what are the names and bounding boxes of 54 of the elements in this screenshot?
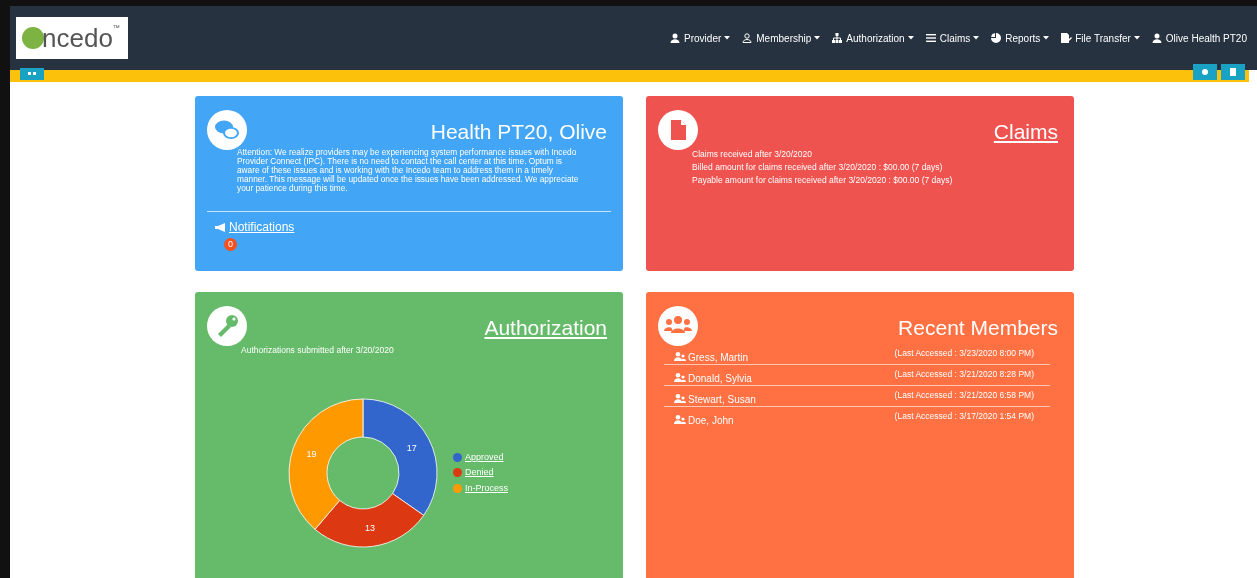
last-accessed-text: (Last Accessed : 3/17/2020 1:54 PM) <box>894 410 1034 423</box>
nav-menu-item[interactable]: File Transfer <box>1061 30 1140 46</box>
door-icon <box>1229 68 1237 76</box>
file-edit-icon <box>1061 33 1073 43</box>
list-icon <box>925 33 937 43</box>
nav-menu-item[interactable]: Provider <box>670 30 731 46</box>
data-label: 13 <box>365 522 375 533</box>
member-link[interactable]: Doe, John <box>688 413 734 428</box>
member-link[interactable]: Gress, Martin <box>688 350 748 365</box>
circle-icon <box>1201 68 1209 76</box>
authorization-link[interactable]: Authorization <box>484 312 607 344</box>
nav-menu-item[interactable]: Olive Health PT20 <box>1151 30 1247 46</box>
last-accessed-text: (Last Accessed : 3/23/2020 8:00 PM) <box>894 347 1034 360</box>
last-accessed-text: (Last Accessed : 3/21/2020 6:58 PM) <box>894 389 1034 402</box>
notifications-link[interactable]: Notifications <box>229 218 295 236</box>
notification-count: 0 <box>224 238 237 251</box>
member-link[interactable]: Donald, Sylvia <box>688 371 752 386</box>
legend-label[interactable]: In-Process <box>465 481 508 495</box>
card-subtitle: Authorizations submitted after 3/20/2020 <box>241 344 395 357</box>
data-label: 17 <box>406 442 417 453</box>
logout-button[interactable] <box>1221 64 1245 80</box>
pie-chart-icon <box>991 33 1003 43</box>
sitemap-icon <box>832 33 844 43</box>
home-button[interactable] <box>20 68 44 80</box>
last-accessed-text: (Last Accessed : 3/21/2020 8:28 PM) <box>894 368 1034 381</box>
claims-summary-line: Billed amount for claims received after 3/20/2020 : $00.00 (7 days) <box>692 161 944 174</box>
key-icon <box>207 306 247 346</box>
nav-menu-item[interactable]: Reports <box>991 30 1050 46</box>
person-icon <box>742 33 754 43</box>
user-icon <box>674 372 686 382</box>
data-label: 19 <box>306 448 317 459</box>
user-icon <box>674 414 686 424</box>
legend-label[interactable]: Denied <box>465 466 494 480</box>
bullhorn-icon <box>215 222 226 232</box>
user-icon <box>674 351 686 361</box>
chat-icon <box>207 110 247 150</box>
claims-summary-line: Payable amount for claims received after 3/20/2020 : $00.00 (7 days) <box>692 174 954 187</box>
grid-icon <box>28 71 36 77</box>
user-icon <box>674 393 686 403</box>
legend-label[interactable]: Approved <box>465 450 504 464</box>
nav-menu-item[interactable]: Authorization <box>832 30 914 46</box>
claims-summary-line: Claims received after 3/20/2020 <box>692 148 813 161</box>
person-icon <box>670 33 682 43</box>
nav-menu-item[interactable]: Claims <box>925 30 980 46</box>
claims-link[interactable]: Claims <box>993 116 1058 148</box>
card-title: Health PT20, Olive <box>430 119 607 145</box>
settings-button[interactable] <box>1193 64 1217 80</box>
nav-menu-item[interactable]: Membership <box>742 30 821 46</box>
person-icon <box>1151 33 1163 43</box>
document-icon <box>658 110 698 150</box>
users-icon <box>658 306 698 346</box>
attention-message: Attention: We realize providers may be experiencing system performance issues with Incedo Provider Connect (IPC). There is no need to contact the call center at this time. Optum is aware of these issues and is working with the Incedo team to address them in a timely manner. This message will be updated once the issues have been addressed. We appreciate your patience during this time. <box>237 148 580 193</box>
card-title: Recent Members <box>898 315 1058 341</box>
member-link[interactable]: Stewart, Susan <box>688 392 756 407</box>
